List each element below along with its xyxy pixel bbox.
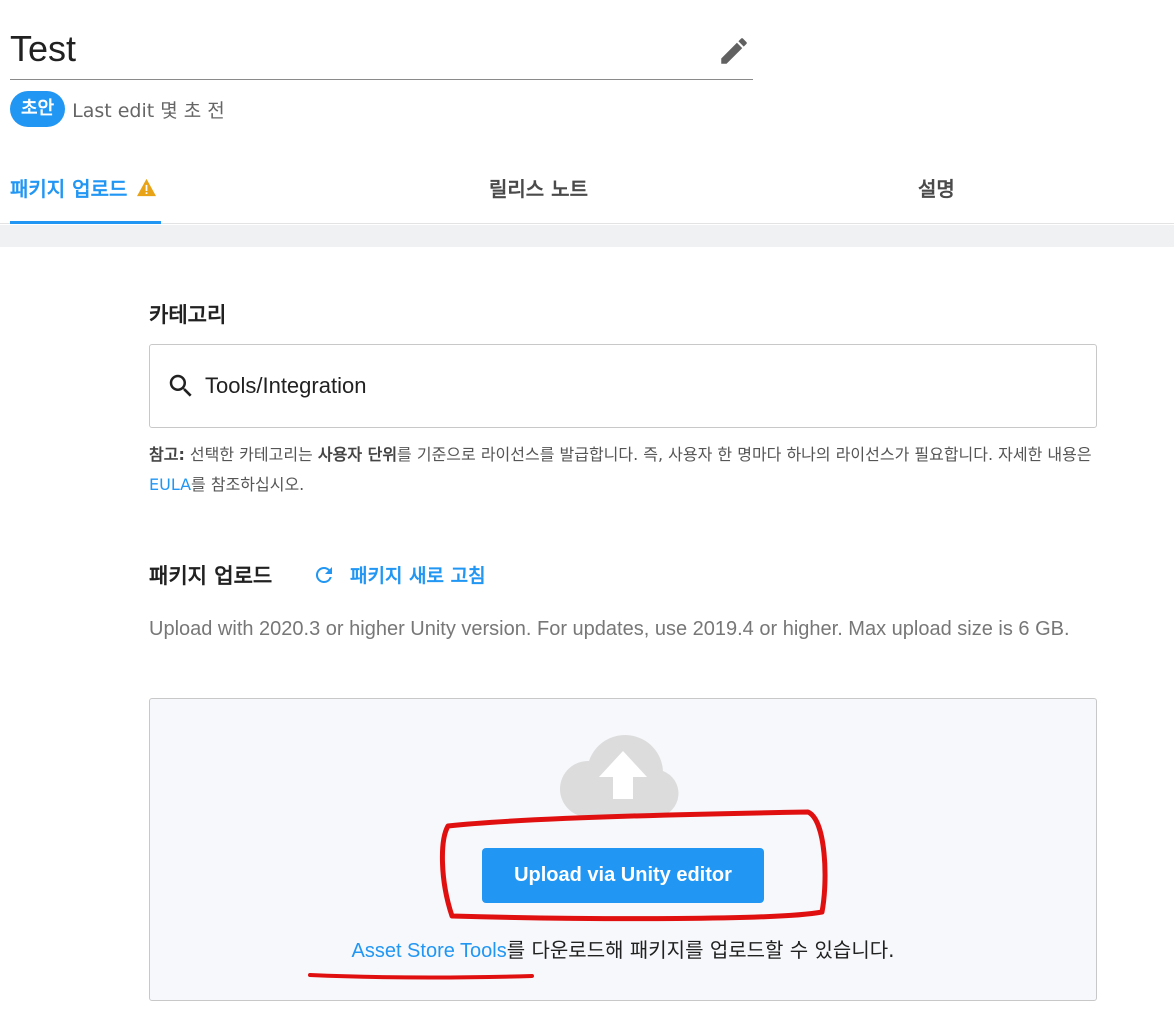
upload-via-unity-editor-button[interactable]: Upload via Unity editor [482, 848, 764, 903]
upload-section-title: 패키지 업로드 [149, 564, 273, 588]
note-prefix: 참고: [149, 445, 185, 464]
last-edit-text: Last edit 몇 초 전 [72, 99, 225, 122]
tab-label: 릴리스 노트 [489, 176, 588, 201]
tools-text: 를 다운로드해 패키지를 업로드할 수 있습니다. [506, 938, 895, 962]
refresh-icon [315, 566, 332, 583]
status-row: 초안 Last edit 몇 초 전 [10, 91, 225, 127]
warning-icon [137, 178, 157, 196]
category-note: 참고: 선택한 카테고리는 사용자 단위를 기준으로 라이선스를 발급합니다. … [149, 440, 1099, 500]
category-value: Tools/Integration [205, 373, 367, 398]
eula-link[interactable]: EULA [149, 475, 191, 494]
tab-label: 설명 [918, 176, 955, 201]
search-icon [169, 374, 192, 397]
upload-description: Upload with 2020.3 or higher Unity versi… [149, 618, 1070, 640]
note-text: 선택한 카테고리는 [184, 445, 318, 464]
asset-store-tools-link[interactable]: Asset Store Tools [351, 940, 506, 962]
category-title: 카테고리 [149, 303, 227, 327]
active-tab-indicator [10, 221, 161, 224]
tab-release-notes[interactable]: 릴리스 노트 [489, 150, 588, 224]
note-text: 를 참조하십시오. [191, 475, 305, 494]
cloud-upload-icon [559, 735, 679, 817]
pencil-icon[interactable] [717, 34, 751, 68]
refresh-package-button[interactable]: 패키지 새로 고침 [312, 561, 486, 588]
status-badge: 초안 [10, 91, 66, 127]
category-search-input[interactable]: Tools/Integration [149, 344, 1097, 428]
asset-store-tools-text: Asset Store Tools를 다운로드해 패키지를 업로드할 수 있습니… [150, 934, 1096, 963]
divider-band [0, 225, 1174, 247]
tab-description[interactable]: 설명 [918, 150, 955, 224]
upload-drop-zone[interactable]: Upload via Unity editor Asset Store Tool… [149, 698, 1097, 1001]
tab-bar: 패키지 업로드 릴리스 노트 설명 [0, 150, 1174, 224]
tab-label: 패키지 업로드 [10, 176, 128, 201]
title-field[interactable]: Test [10, 22, 753, 80]
page-title: Test [10, 28, 77, 69]
refresh-label: 패키지 새로 고침 [350, 565, 486, 587]
tab-package-upload[interactable]: 패키지 업로드 [10, 150, 157, 224]
note-text: 를 기준으로 라이선스를 발급합니다. 즉, 사용자 한 명마다 하나의 라이선… [397, 445, 1092, 464]
note-bold: 사용자 단위 [317, 445, 398, 464]
